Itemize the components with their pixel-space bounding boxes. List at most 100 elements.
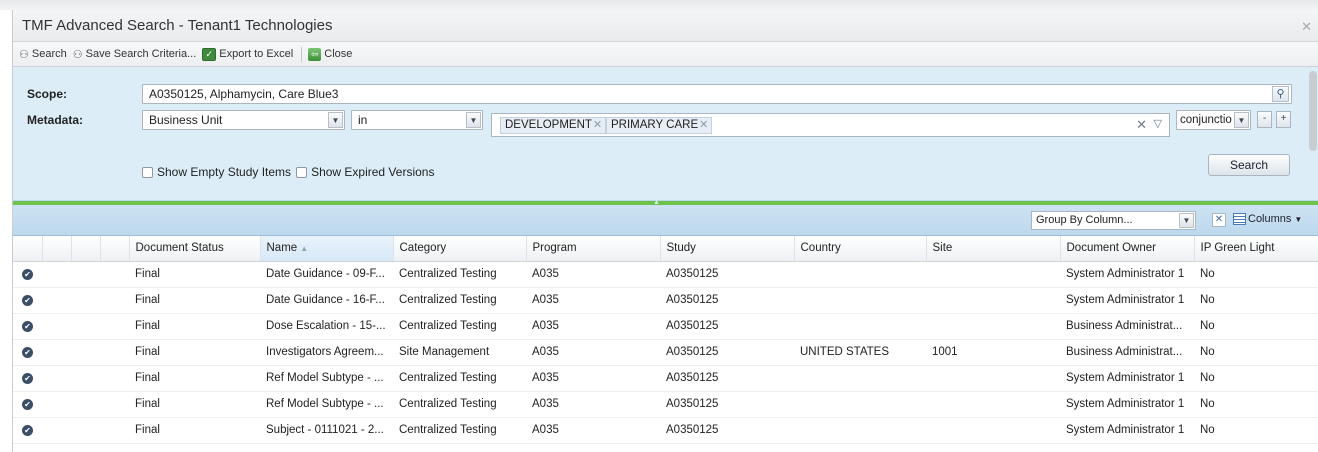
- column-header-category[interactable]: Category: [393, 236, 527, 262]
- empty-cell: [42, 261, 71, 288]
- empty-cell: [42, 339, 71, 366]
- empty-cell: [71, 391, 100, 418]
- toolbar-search-button[interactable]: ⚇ Search: [19, 48, 67, 61]
- add-criteria-button[interactable]: +: [1276, 111, 1291, 128]
- check-circle-icon: ✔: [22, 321, 33, 332]
- binoculars-save-icon: ⚇: [72, 48, 83, 61]
- row-check-cell[interactable]: ✔: [13, 391, 42, 418]
- toolbar-close-button[interactable]: ⇦ Close: [308, 47, 353, 61]
- column-header-ip-green-light[interactable]: IP Green Light: [1194, 236, 1318, 262]
- toolbar-separator: [301, 46, 303, 62]
- remove-tag-icon[interactable]: ✕: [699, 119, 708, 131]
- row-check-cell[interactable]: ✔: [13, 261, 42, 288]
- export-to-excel-button[interactable]: ✓ Export to Excel: [202, 47, 293, 61]
- cell-study: A0350125: [660, 313, 794, 340]
- row-check-cell[interactable]: ✔: [13, 417, 42, 444]
- panel-scrollbar[interactable]: [1309, 71, 1317, 151]
- column-header-label: Site: [932, 242, 953, 255]
- cell-category: Centralized Testing: [393, 261, 526, 288]
- metadata-values-tag-input[interactable]: DEVELOPMENT✕ PRIMARY CARE✕ ✕ ▽: [491, 113, 1170, 137]
- toolbar-close-label: Close: [324, 48, 353, 60]
- cell-category: Centralized Testing: [393, 287, 526, 314]
- empty-cell: [100, 391, 129, 418]
- cell-site: [926, 365, 1060, 392]
- action-column-header[interactable]: [42, 236, 72, 262]
- results-grid: Document Status Name ▲ Category Program S…: [13, 236, 1318, 444]
- column-header-site[interactable]: Site: [926, 236, 1061, 262]
- row-check-cell[interactable]: ✔: [13, 287, 42, 314]
- action-column-header[interactable]: [100, 236, 130, 262]
- cell-document-status: Final: [129, 287, 260, 314]
- table-row[interactable]: ✔ Final Ref Model Subtype - ... Centrali…: [13, 391, 1318, 418]
- clear-icon[interactable]: ✕: [1136, 117, 1147, 133]
- empty-cell: [42, 391, 71, 418]
- close-icon[interactable]: ✕: [1301, 19, 1312, 35]
- table-row[interactable]: ✔ Final Dose Escalation - 15-... Central…: [13, 313, 1318, 340]
- clear-group-icon[interactable]: ✕: [1212, 213, 1226, 227]
- grid-body: ✔ Final Date Guidance - 09-F... Centrali…: [13, 261, 1318, 444]
- remove-tag-icon[interactable]: ✕: [593, 119, 602, 131]
- save-search-criteria-button[interactable]: ⚇ Save Search Criteria...: [73, 48, 197, 61]
- metadata-field-select[interactable]: Business Unit ▼: [142, 110, 345, 130]
- group-by-column-select[interactable]: Group By Column... ▼: [1031, 211, 1196, 230]
- conjunction-select[interactable]: conjunctio ▼: [1176, 110, 1251, 130]
- select-column-header[interactable]: [13, 236, 43, 262]
- scope-input[interactable]: A0350125, Alphamycin, Care Blue3 ⚲: [142, 84, 1292, 104]
- chevron-down-icon[interactable]: ▼: [466, 112, 481, 128]
- operator-select[interactable]: in ▼: [351, 110, 483, 130]
- table-row[interactable]: ✔ Final Date Guidance - 09-F... Centrali…: [13, 261, 1318, 288]
- columns-icon: [1233, 213, 1246, 225]
- cell-name: Ref Model Subtype - ...: [260, 391, 393, 418]
- chevron-down-icon[interactable]: ▼: [1234, 112, 1249, 128]
- column-header-name[interactable]: Name ▲: [260, 236, 394, 262]
- chevron-down-icon[interactable]: ▼: [1179, 213, 1194, 228]
- window-titlebar: TMF Advanced Search - Tenant1 Technologi…: [13, 10, 1318, 42]
- toolbar-search-label: Search: [31, 48, 67, 60]
- row-check-cell[interactable]: ✔: [13, 365, 42, 392]
- cell-document-owner: System Administrator 1: [1060, 365, 1194, 392]
- column-header-label: IP Green Light: [1200, 242, 1275, 255]
- cell-ip-green-light: No: [1194, 287, 1318, 314]
- table-row[interactable]: ✔ Final Subject - 0111021 - 2... Central…: [13, 417, 1318, 444]
- cell-name: Subject - 0111021 - 2...: [260, 417, 393, 444]
- column-header-document-status[interactable]: Document Status: [129, 236, 261, 262]
- cell-name: Date Guidance - 09-F...: [260, 261, 393, 288]
- chevron-down-icon[interactable]: ▼: [328, 112, 343, 128]
- column-header-document-owner[interactable]: Document Owner: [1060, 236, 1195, 262]
- search-button[interactable]: Search: [1208, 154, 1290, 176]
- column-header-label: Document Owner: [1066, 242, 1156, 255]
- column-header-country[interactable]: Country: [794, 236, 927, 262]
- cell-ip-green-light: No: [1194, 417, 1318, 444]
- search-icon[interactable]: ⚲: [1272, 86, 1289, 102]
- search-criteria-panel: Scope: A0350125, Alphamycin, Care Blue3 …: [13, 67, 1318, 201]
- table-row[interactable]: ✔ Final Investigators Agreem... Site Man…: [13, 339, 1318, 366]
- cell-program: A035: [526, 417, 660, 444]
- empty-cell: [71, 365, 100, 392]
- column-header-study[interactable]: Study: [660, 236, 795, 262]
- cell-program: A035: [526, 261, 660, 288]
- cell-ip-green-light: No: [1194, 391, 1318, 418]
- table-row[interactable]: ✔ Final Ref Model Subtype - ... Centrali…: [13, 365, 1318, 392]
- cell-document-status: Final: [129, 339, 260, 366]
- show-empty-study-items-checkbox[interactable]: [142, 166, 153, 178]
- row-check-cell[interactable]: ✔: [13, 339, 42, 366]
- row-check-cell[interactable]: ✔: [13, 313, 42, 340]
- cell-document-status: Final: [129, 391, 260, 418]
- columns-button[interactable]: Columns ▼: [1233, 213, 1302, 225]
- action-column-header[interactable]: [71, 236, 101, 262]
- cell-site: [926, 417, 1060, 444]
- save-search-criteria-label: Save Search Criteria...: [85, 48, 197, 60]
- check-circle-icon: ✔: [22, 399, 33, 410]
- binoculars-icon: ⚇: [19, 48, 29, 61]
- window-title: TMF Advanced Search - Tenant1 Technologi…: [22, 17, 333, 34]
- table-row[interactable]: ✔ Final Date Guidance - 16-F... Centrali…: [13, 287, 1318, 314]
- remove-criteria-button[interactable]: -: [1257, 111, 1272, 128]
- show-expired-versions-checkbox[interactable]: [296, 166, 308, 178]
- dropdown-toggle-icon[interactable]: ▽: [1154, 117, 1162, 130]
- column-header-label: Program: [532, 242, 577, 255]
- empty-cell: [42, 365, 71, 392]
- cell-category: Centralized Testing: [393, 417, 526, 444]
- empty-cell: [100, 261, 129, 288]
- cell-study: A0350125: [660, 261, 794, 288]
- column-header-program[interactable]: Program: [526, 236, 661, 262]
